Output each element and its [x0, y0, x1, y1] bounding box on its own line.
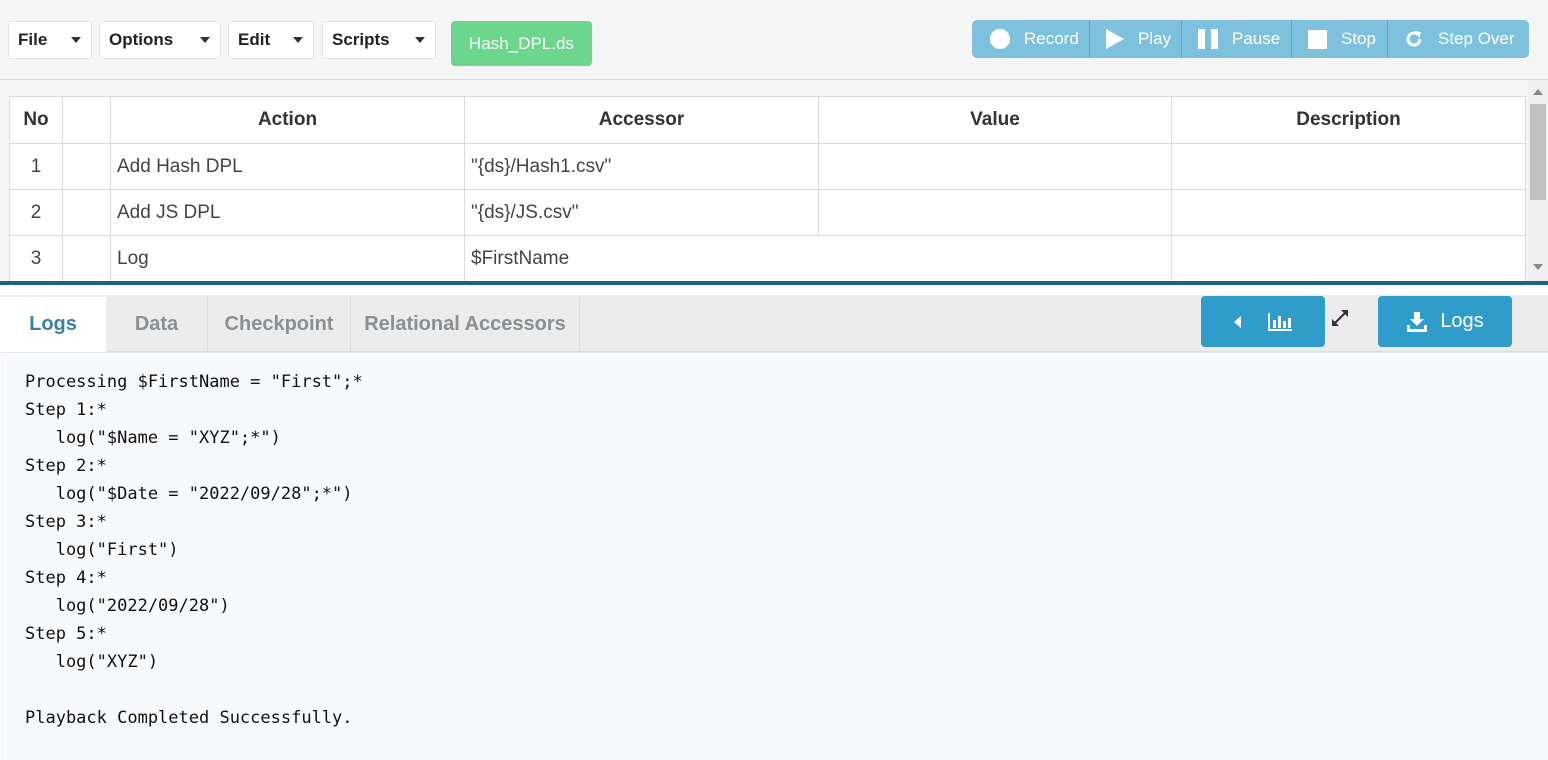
file-menu-button[interactable]: File — [8, 21, 92, 59]
tab-checkpoint[interactable]: Checkpoint — [208, 297, 351, 352]
log-line: Step 5:* — [25, 624, 107, 644]
record-circle-icon — [990, 29, 1010, 49]
cell-value[interactable] — [818, 189, 1172, 236]
cell-description[interactable] — [1171, 189, 1526, 236]
record-button[interactable]: Record — [972, 20, 1090, 58]
redo-icon — [1406, 31, 1422, 47]
file-menu-label: File — [18, 30, 48, 49]
column-header-no[interactable]: No — [9, 96, 63, 144]
caret-left-icon — [1233, 315, 1241, 328]
cell-accessor[interactable]: "{ds}/JS.csv" — [464, 189, 819, 236]
cell-description[interactable] — [1171, 143, 1526, 190]
options-menu-label: Options — [109, 30, 174, 49]
cell-action[interactable]: Add JS DPL — [110, 189, 465, 236]
cell-no[interactable]: 3 — [9, 235, 63, 281]
caret-down-icon — [200, 37, 210, 43]
cell-accessor[interactable]: $FirstName — [464, 235, 1172, 281]
scripts-menu-label: Scripts — [332, 30, 390, 49]
log-line: Processing $FirstName = "First";* — [25, 372, 363, 392]
column-header-action[interactable]: Action — [110, 96, 465, 144]
pause-icon — [1198, 29, 1218, 49]
cell-action[interactable]: Add Hash DPL — [110, 143, 465, 190]
step-over-label: Step Over — [1438, 29, 1515, 48]
cell-description[interactable] — [1171, 235, 1526, 281]
table-row[interactable]: 3 Log $FirstName — [9, 235, 1526, 281]
cell-flag[interactable] — [62, 235, 111, 281]
cell-no[interactable]: 1 — [9, 143, 63, 190]
bar-chart-icon — [1267, 312, 1292, 331]
play-button[interactable]: Play — [1090, 20, 1182, 58]
logs-button-label: Logs — [1440, 310, 1484, 332]
step-over-button[interactable]: Step Over — [1388, 20, 1529, 58]
table-row[interactable]: 1 Add Hash DPL "{ds}/Hash1.csv" — [9, 143, 1526, 190]
column-header-flag[interactable] — [62, 96, 111, 144]
stop-button[interactable]: Stop — [1292, 20, 1388, 58]
stop-label: Stop — [1341, 29, 1376, 48]
scroll-up-arrow-icon[interactable] — [1533, 89, 1543, 95]
cell-flag[interactable] — [62, 143, 111, 190]
cell-no[interactable]: 2 — [9, 189, 63, 236]
tab-relational-accessors[interactable]: Relational Accessors — [351, 297, 580, 352]
column-header-description[interactable]: Description — [1171, 96, 1526, 144]
chart-toggle-button[interactable] — [1201, 296, 1325, 347]
log-line: log("First") — [25, 540, 179, 560]
column-header-value[interactable]: Value — [818, 96, 1172, 144]
scroll-thumb[interactable] — [1530, 104, 1546, 200]
edit-menu-label: Edit — [238, 30, 271, 49]
caret-down-icon — [71, 37, 81, 43]
cell-action[interactable]: Log — [110, 235, 465, 281]
pause-label: Pause — [1232, 29, 1281, 48]
pause-button[interactable]: Pause — [1182, 20, 1292, 58]
stop-icon — [1308, 29, 1327, 49]
options-menu-button[interactable]: Options — [99, 21, 221, 59]
log-line: Playback Completed Successfully. — [25, 708, 353, 728]
log-line: Step 1:* — [25, 400, 107, 420]
script-name-badge[interactable]: Hash_DPL.ds — [451, 21, 592, 66]
scroll-down-arrow-icon[interactable] — [1533, 264, 1543, 270]
cell-accessor[interactable]: "{ds}/Hash1.csv" — [464, 143, 819, 190]
table-scrollbar[interactable] — [1528, 80, 1548, 281]
log-line: Step 3:* — [25, 512, 107, 532]
playback-controls: Record Play Pause Stop Step Over — [972, 20, 1529, 58]
steps-table-container: No Action Accessor Value Description 1 A… — [0, 80, 1548, 281]
log-line: Step 2:* — [25, 456, 107, 476]
log-output: Processing $FirstName = "First";* Step 1… — [1, 352, 1548, 760]
column-header-accessor[interactable]: Accessor — [464, 96, 819, 144]
tab-data[interactable]: Data — [106, 297, 208, 352]
record-label: Record — [1024, 29, 1079, 48]
log-line: Step 4:* — [25, 568, 107, 588]
cell-flag[interactable] — [62, 189, 111, 236]
log-line: log("XYZ") — [25, 652, 159, 672]
caret-down-icon — [293, 37, 303, 43]
download-logs-button[interactable]: Logs — [1378, 296, 1512, 347]
table-row[interactable]: 2 Add JS DPL "{ds}/JS.csv" — [9, 189, 1526, 236]
scripts-menu-button[interactable]: Scripts — [322, 21, 436, 59]
tab-logs[interactable]: Logs — [0, 297, 106, 352]
play-label: Play — [1138, 29, 1172, 48]
cell-value[interactable] — [818, 143, 1172, 190]
table-header-row: No Action Accessor Value Description — [9, 96, 1526, 144]
toolbar: File Options Edit Scripts Hash_DPL.ds Re… — [0, 0, 1548, 80]
log-line: log("2022/09/28") — [25, 596, 230, 616]
download-icon — [1407, 311, 1428, 332]
caret-down-icon — [415, 37, 425, 43]
play-icon — [1106, 29, 1124, 49]
pane-splitter[interactable] — [0, 281, 1548, 285]
edit-menu-button[interactable]: Edit — [228, 21, 314, 59]
log-line: log("$Name = "XYZ";*") — [25, 428, 281, 448]
log-line: log("$Date = "2022/09/28";*") — [25, 484, 353, 504]
expand-arrows-icon[interactable] — [1329, 307, 1351, 329]
steps-table: No Action Accessor Value Description 1 A… — [9, 96, 1526, 281]
